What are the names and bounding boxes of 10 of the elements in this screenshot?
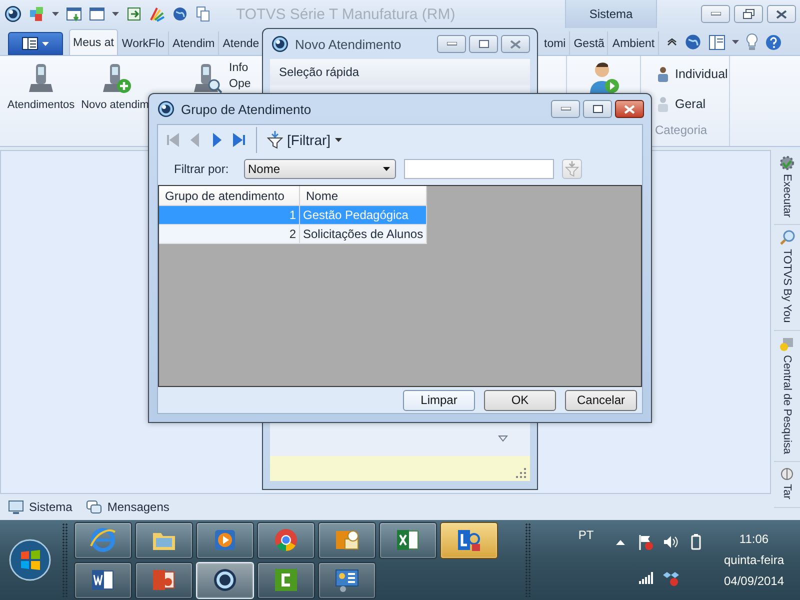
dialog-title: Grupo de Atendimento — [181, 102, 312, 116]
table-cell: 2 — [159, 224, 300, 244]
window-title: TOTVS Série T Manufatura (RM) — [236, 6, 456, 22]
table-cell: Gestão Pedagógica — [300, 206, 427, 224]
dialog-title: Novo Atendimento — [295, 36, 402, 52]
filter-label: Filtrar por: — [174, 162, 230, 176]
table-cell: Solicitações de Alunos — [300, 224, 427, 244]
context-tab-header: Sistema — [565, 0, 657, 28]
ribbon-group-label: Categoria — [655, 123, 708, 137]
table-cell: 1 — [159, 206, 300, 224]
